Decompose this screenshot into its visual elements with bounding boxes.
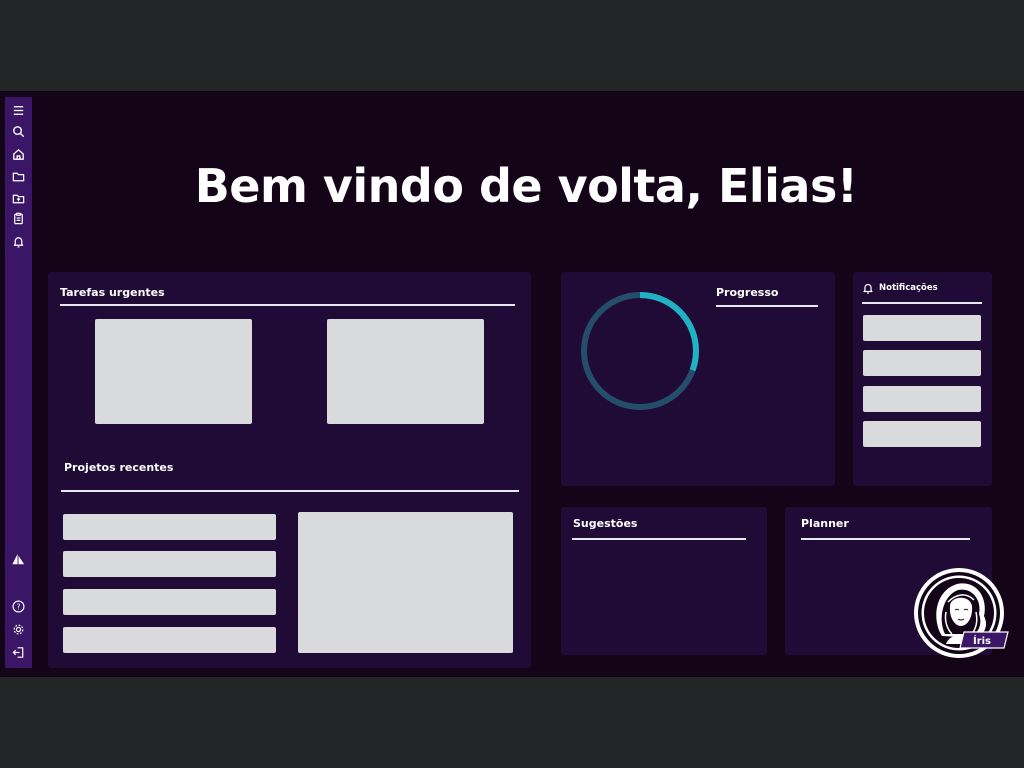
urgent-task-card[interactable] — [95, 319, 252, 424]
suggestions-title: Sugestões — [573, 517, 638, 530]
search-icon[interactable] — [11, 124, 26, 139]
help-icon[interactable]: ? — [11, 599, 26, 614]
progress-divider — [716, 305, 818, 307]
logout-icon[interactable] — [11, 645, 26, 660]
bell-icon[interactable] — [11, 234, 26, 249]
notification-item[interactable] — [863, 315, 981, 341]
welcome-heading: Bem vindo de volta, Elias! — [194, 159, 858, 213]
progress-title: Progresso — [716, 286, 779, 299]
suggestions-divider — [572, 538, 746, 540]
gear-icon[interactable] — [11, 622, 26, 637]
assistant-name: Íris — [973, 634, 991, 647]
app-window: ? Bem vindo de volta, Elias! Tarefas urg… — [0, 91, 1024, 677]
notifications-panel: Notificações — [853, 272, 992, 486]
notification-item[interactable] — [863, 350, 981, 376]
recent-project-item[interactable] — [63, 551, 276, 577]
planner-divider — [801, 538, 970, 540]
clipboard-icon[interactable] — [11, 211, 26, 226]
recent-projects-divider — [61, 490, 519, 492]
main-panel: Tarefas urgentes Projetos recentes — [48, 272, 531, 668]
progress-panel: Progresso — [561, 272, 835, 486]
urgent-tasks-divider — [60, 304, 515, 306]
suggestions-panel: Sugestões — [561, 507, 767, 655]
recent-project-item[interactable] — [63, 514, 276, 540]
urgent-tasks-title: Tarefas urgentes — [60, 286, 165, 299]
menu-icon[interactable] — [11, 103, 26, 118]
sailboat-icon — [11, 552, 26, 567]
svg-text:?: ? — [17, 602, 21, 611]
notification-item[interactable] — [863, 386, 981, 412]
bell-icon — [861, 280, 875, 294]
notifications-title: Notificações — [879, 283, 938, 293]
recent-project-item[interactable] — [63, 589, 276, 615]
notification-item[interactable] — [863, 421, 981, 447]
planner-title: Planner — [801, 517, 849, 530]
notifications-divider — [862, 302, 982, 304]
assistant-avatar[interactable]: Íris — [912, 566, 1012, 666]
recent-projects-title: Projetos recentes — [64, 461, 174, 474]
recent-project-item[interactable] — [63, 627, 276, 653]
progress-ring — [581, 292, 699, 410]
recent-project-preview[interactable] — [298, 512, 513, 653]
urgent-task-card[interactable] — [327, 319, 484, 424]
